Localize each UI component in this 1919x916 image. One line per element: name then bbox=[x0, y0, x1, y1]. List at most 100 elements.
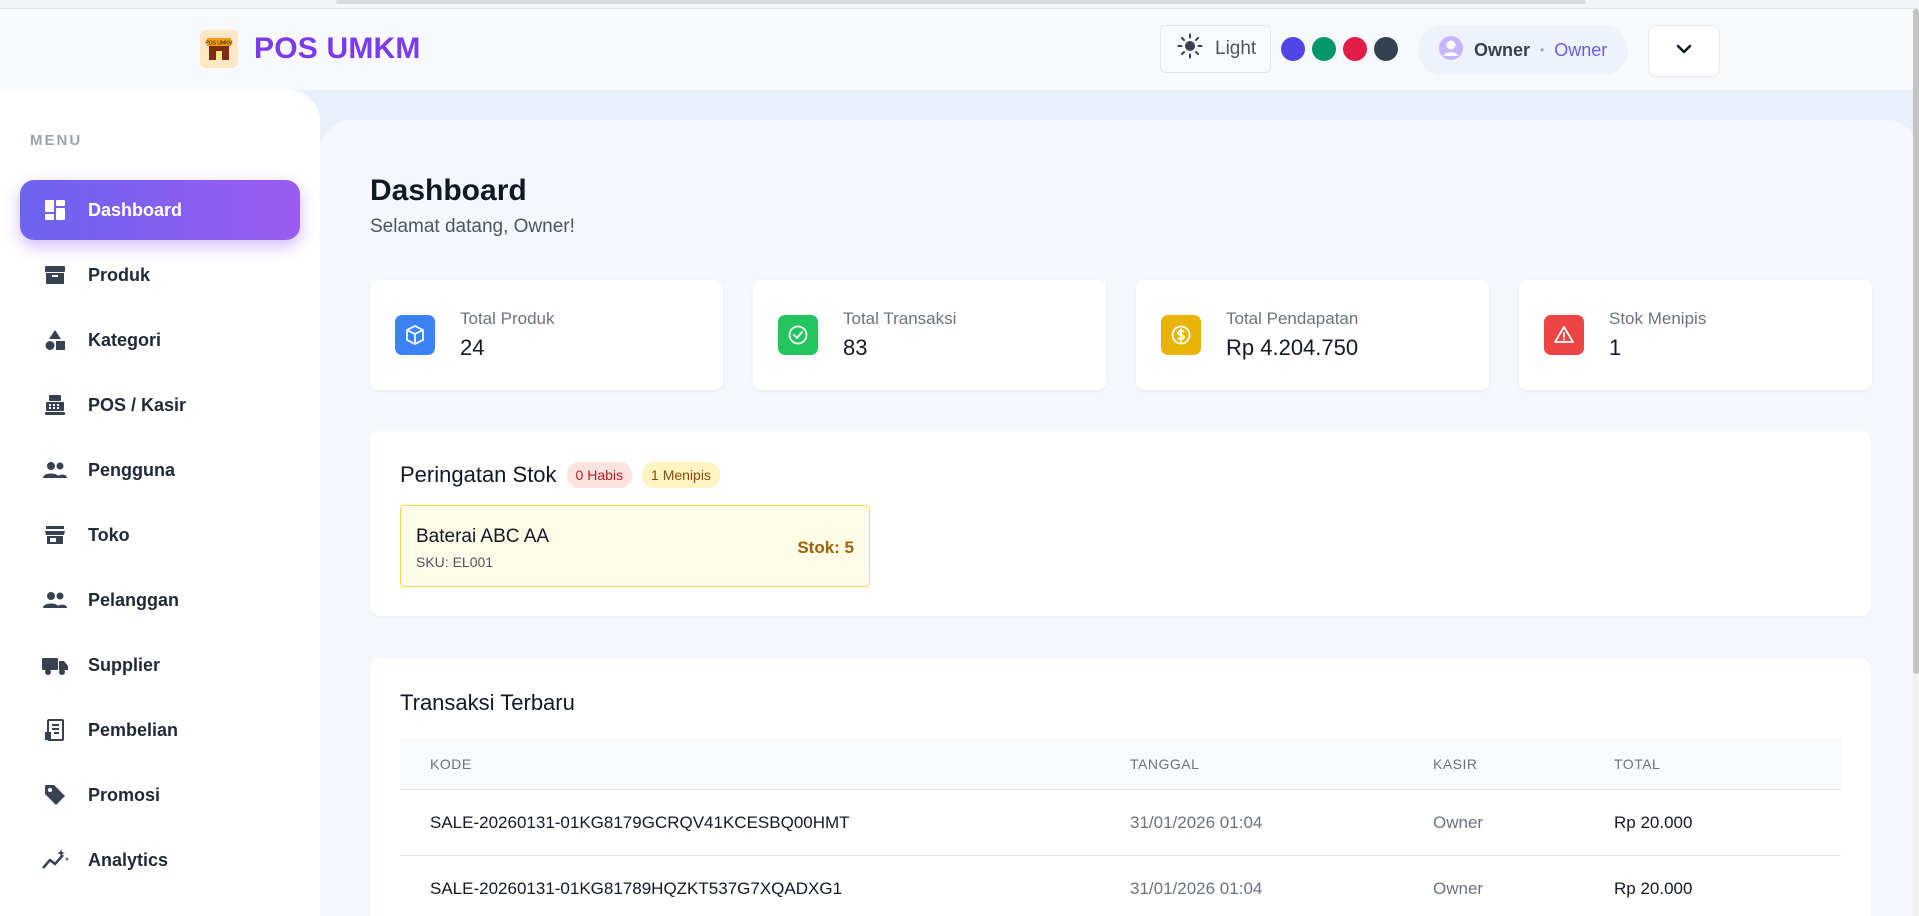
sidebar-item-dashboard[interactable]: Dashboard bbox=[20, 180, 300, 240]
stat-card-total-pendapatan: Total Pendapatan Rp 4.204.750 bbox=[1136, 280, 1489, 390]
sidebar-item-pengguna[interactable]: Pengguna bbox=[20, 440, 300, 500]
page-scrollbar-thumb[interactable] bbox=[1913, 9, 1919, 674]
sidebar-item-label: Dashboard bbox=[88, 199, 183, 220]
page-scrollbar[interactable] bbox=[1913, 9, 1919, 916]
sparkline-icon bbox=[40, 845, 70, 875]
cell-date: 31/01/2026 01:04 bbox=[1130, 878, 1263, 898]
column-header-kasir: KASIR bbox=[1433, 755, 1478, 772]
dollar-coin-icon bbox=[1161, 315, 1201, 355]
app-header: POS UMKM POS UMKM Light Owner • Owner bbox=[0, 9, 1919, 90]
top-scrollbar[interactable] bbox=[0, 0, 1919, 9]
brand[interactable]: POS UMKM POS UMKM bbox=[200, 30, 421, 68]
sidebar-item-label: Supplier bbox=[88, 654, 161, 675]
theme-toggle-button[interactable]: Light bbox=[1160, 25, 1271, 73]
transactions-table: KODE TANGGAL KASIR TOTAL SALE-20260131-0… bbox=[400, 738, 1841, 916]
check-circle-icon bbox=[778, 315, 818, 355]
out-of-stock-badge: 0 Habis bbox=[566, 462, 633, 488]
separator-dot: • bbox=[1540, 43, 1545, 57]
sidebar-item-pelanggan[interactable]: Pelanggan bbox=[20, 570, 300, 630]
sidebar-item-toko[interactable]: Toko bbox=[20, 505, 300, 565]
sidebar-item-label: Pembelian bbox=[88, 719, 179, 740]
sidebar-item-pembelian[interactable]: Pembelian bbox=[20, 700, 300, 760]
truck-icon bbox=[40, 650, 70, 680]
sidebar-item-label: Produk bbox=[88, 264, 151, 285]
cube-icon bbox=[395, 315, 435, 355]
store-icon bbox=[40, 520, 70, 550]
cell-code: SALE-20260131-01KG8179GCRQV41KCESBQ00HMT bbox=[430, 812, 850, 832]
swatch-slate[interactable] bbox=[1374, 37, 1398, 61]
sidebar-item-promosi[interactable]: Promosi bbox=[20, 765, 300, 825]
stat-label: Total Produk bbox=[460, 309, 555, 328]
cash-register-icon bbox=[40, 390, 70, 420]
dashboard-icon bbox=[40, 195, 70, 225]
table-row[interactable]: SALE-20260131-01KG8179GCRQV41KCESBQ00HMT… bbox=[400, 790, 1841, 856]
menu-heading: MENU bbox=[30, 132, 83, 149]
column-header-total: TOTAL bbox=[1614, 755, 1661, 772]
stock-item-qty: Stok: 5 bbox=[797, 538, 854, 557]
page-subtitle: Selamat datang, Owner! bbox=[370, 216, 575, 237]
stock-item-sku: SKU: EL001 bbox=[416, 554, 494, 570]
table-header: KODE TANGGAL KASIR TOTAL bbox=[400, 738, 1841, 790]
sidebar-item-supplier[interactable]: Supplier bbox=[20, 635, 300, 695]
swatch-indigo[interactable] bbox=[1281, 37, 1305, 61]
user-name: Owner bbox=[1474, 39, 1531, 60]
top-scrollbar-thumb[interactable] bbox=[336, 0, 1586, 4]
sidebar-item-label: Pengguna bbox=[88, 459, 176, 480]
stat-card-total-produk: Total Produk 24 bbox=[370, 280, 723, 390]
main-content: Dashboard Selamat datang, Owner! Total P… bbox=[320, 120, 1919, 916]
stat-card-total-transaksi: Total Transaksi 83 bbox=[753, 280, 1106, 390]
user-role: Owner bbox=[1554, 39, 1608, 60]
user-avatar-icon bbox=[1438, 35, 1464, 66]
stock-item-name: Baterai ABC AA bbox=[416, 526, 550, 547]
stat-label: Total Transaksi bbox=[843, 309, 957, 328]
store-logo-icon: POS UMKM bbox=[200, 30, 238, 68]
tag-icon bbox=[40, 780, 70, 810]
header-dropdown-button[interactable] bbox=[1648, 25, 1720, 77]
page-title: Dashboard bbox=[370, 174, 527, 207]
recent-transactions-card: Transaksi Terbaru KODE TANGGAL KASIR TOT… bbox=[370, 658, 1871, 916]
sidebar: MENU Dashboard Produk Kategori POS / Kas… bbox=[0, 90, 320, 916]
stat-value: 1 bbox=[1609, 335, 1622, 360]
sidebar-item-label: Toko bbox=[88, 524, 130, 545]
stock-warning-card: Peringatan Stok 0 Habis 1 Menipis Batera… bbox=[370, 430, 1871, 616]
users-icon bbox=[40, 585, 70, 615]
sidebar-item-produk[interactable]: Produk bbox=[20, 245, 300, 305]
swatch-green[interactable] bbox=[1312, 37, 1336, 61]
stat-label: Stok Menipis bbox=[1609, 309, 1707, 328]
sidebar-item-label: Kategori bbox=[88, 329, 162, 350]
archive-box-icon bbox=[40, 260, 70, 290]
sidebar-item-label: POS / Kasir bbox=[88, 394, 187, 415]
shapes-icon bbox=[40, 325, 70, 355]
sidebar-item-label: Promosi bbox=[88, 784, 161, 805]
app-title: POS UMKM bbox=[254, 32, 421, 65]
recent-transactions-title: Transaksi Terbaru bbox=[400, 690, 575, 715]
stat-value: Rp 4.204.750 bbox=[1226, 335, 1359, 360]
cell-code: SALE-20260131-01KG81789HQZKT537G7XQADXG1 bbox=[430, 878, 843, 898]
stats-row: Total Produk 24 Total Transaksi 83 Total… bbox=[370, 280, 1872, 390]
sidebar-nav: Dashboard Produk Kategori POS / Kasir Pe… bbox=[20, 180, 300, 895]
cell-cashier: Owner bbox=[1433, 878, 1484, 898]
users-icon bbox=[40, 455, 70, 485]
cell-total: Rp 20.000 bbox=[1614, 812, 1693, 832]
sidebar-item-label: Analytics bbox=[88, 849, 169, 870]
stat-card-stok-menipis: Stok Menipis 1 bbox=[1519, 280, 1872, 390]
sidebar-item-pos-kasir[interactable]: POS / Kasir bbox=[20, 375, 300, 435]
swatch-rose[interactable] bbox=[1343, 37, 1367, 61]
table-row[interactable]: SALE-20260131-01KG81789HQZKT537G7XQADXG1… bbox=[400, 856, 1841, 916]
stock-warning-header: Peringatan Stok 0 Habis 1 Menipis bbox=[400, 462, 720, 488]
sidebar-item-analytics[interactable]: Analytics bbox=[20, 830, 300, 890]
cell-total: Rp 20.000 bbox=[1614, 878, 1693, 898]
stock-warning-title: Peringatan Stok bbox=[400, 462, 557, 487]
warning-triangle-icon bbox=[1544, 315, 1584, 355]
sidebar-item-kategori[interactable]: Kategori bbox=[20, 310, 300, 370]
logo-text: POS UMKM bbox=[205, 41, 232, 47]
cell-date: 31/01/2026 01:04 bbox=[1130, 812, 1263, 832]
chevron-down-icon bbox=[1675, 40, 1693, 63]
column-header-tanggal: TANGGAL bbox=[1130, 755, 1200, 772]
stat-label: Total Pendapatan bbox=[1226, 309, 1359, 328]
sidebar-item-label: Pelanggan bbox=[88, 589, 180, 610]
low-stock-item[interactable]: Baterai ABC AA SKU: EL001 Stok: 5 bbox=[400, 505, 870, 587]
user-menu[interactable]: Owner • Owner bbox=[1418, 25, 1628, 75]
stat-value: 24 bbox=[460, 335, 485, 360]
cell-cashier: Owner bbox=[1433, 812, 1484, 832]
